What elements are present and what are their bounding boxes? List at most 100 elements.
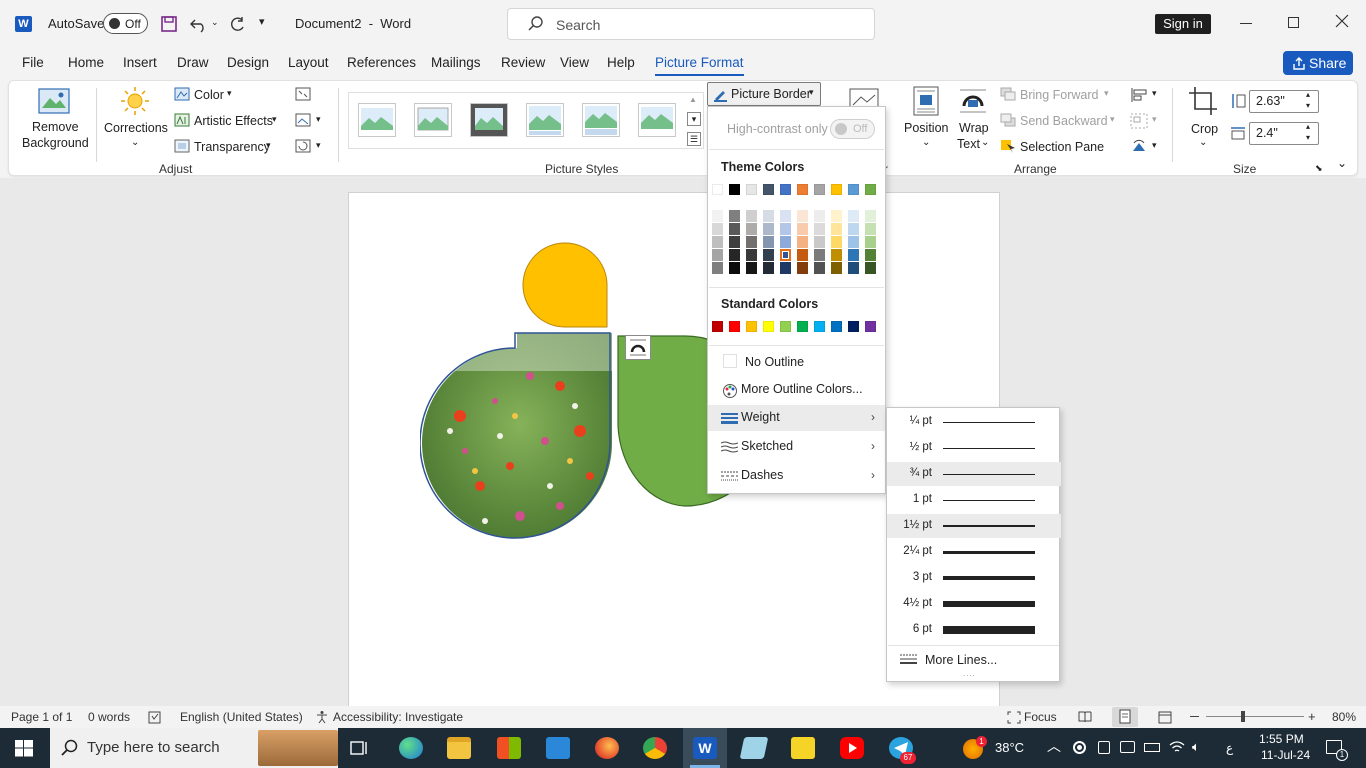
theme-color-swatch[interactable] (814, 184, 825, 195)
theme-shade-swatch[interactable] (712, 223, 723, 235)
sticky-notes-icon[interactable] (791, 737, 815, 759)
device-icon[interactable] (1098, 741, 1110, 754)
theme-shade-swatch[interactable] (814, 262, 825, 274)
standard-color-swatch[interactable] (848, 321, 859, 332)
theme-shade-swatch[interactable] (746, 262, 757, 274)
word-count[interactable]: 0 words (88, 710, 130, 724)
theme-shade-swatch[interactable] (729, 249, 740, 261)
width-spin-down-icon[interactable]: ▾ (1306, 133, 1310, 142)
transparency-button[interactable]: Transparency (194, 140, 270, 154)
theme-shade-swatch[interactable] (848, 210, 859, 222)
theme-shade-swatch[interactable] (848, 249, 859, 261)
edge-icon[interactable] (399, 737, 423, 759)
tab-home[interactable]: Home (68, 55, 104, 70)
size-dialog-launcher-icon[interactable]: ⬊ (1315, 163, 1323, 174)
focus-button[interactable]: Focus (1024, 710, 1057, 724)
theme-shade-swatch[interactable] (797, 262, 808, 274)
zoom-level[interactable]: 80% (1332, 710, 1356, 724)
more-lines-item[interactable]: More Lines... (887, 649, 1059, 671)
weight-item[interactable]: Weight › (708, 405, 885, 431)
picture-style-thumbnail[interactable] (582, 103, 620, 137)
align-icon[interactable] (1130, 87, 1148, 103)
chrome-icon[interactable] (643, 737, 667, 759)
theme-shade-swatch[interactable] (865, 262, 876, 274)
width-spin-up-icon[interactable]: ▴ (1306, 122, 1310, 131)
theme-shade-swatch[interactable] (780, 223, 791, 235)
change-picture-icon[interactable] (295, 113, 311, 127)
theme-shade-swatch[interactable] (729, 236, 740, 248)
height-spin-up-icon[interactable]: ▴ (1306, 90, 1310, 99)
theme-shade-swatch[interactable] (797, 249, 808, 261)
display-icon[interactable] (1120, 741, 1135, 753)
weight-option[interactable]: 1½ pt (887, 514, 1061, 538)
picture-style-thumbnail[interactable] (638, 103, 676, 137)
tab-view[interactable]: View (560, 55, 589, 70)
tab-layout[interactable]: Layout (288, 55, 329, 70)
theme-shade-swatch[interactable] (763, 262, 774, 274)
theme-shade-swatch[interactable] (831, 223, 842, 235)
sketched-item[interactable]: Sketched › (708, 435, 885, 459)
word-icon[interactable]: W (693, 737, 717, 759)
temperature[interactable]: 38°C (995, 740, 1024, 755)
weight-option[interactable]: 3 pt (887, 566, 1061, 590)
theme-color-swatch[interactable] (712, 184, 723, 195)
read-mode-icon[interactable] (1078, 711, 1092, 723)
crop-button[interactable]: Crop (1191, 122, 1218, 136)
collapse-ribbon-icon[interactable]: ⌄ (1337, 156, 1347, 170)
high-contrast-toggle[interactable]: Off (830, 119, 875, 139)
theme-shade-swatch[interactable] (797, 210, 808, 222)
sign-in-button[interactable]: Sign in (1155, 14, 1211, 34)
theme-shade-swatch[interactable] (865, 210, 876, 222)
wrap-text-line1[interactable]: Wrap (959, 121, 989, 135)
standard-color-swatch[interactable] (746, 321, 757, 332)
volume-icon[interactable]: 🔈︎ (1192, 739, 1200, 755)
weight-option[interactable]: 1 pt (887, 488, 1061, 512)
theme-shade-swatch[interactable] (865, 236, 876, 248)
theme-shade-swatch[interactable] (865, 249, 876, 261)
language[interactable]: English (United States) (180, 710, 303, 724)
picture-style-thumbnail[interactable] (470, 103, 508, 137)
undo-dropdown-icon[interactable]: ⌄ (211, 17, 219, 28)
theme-color-swatch[interactable] (729, 184, 740, 195)
more-outline-colors-item[interactable]: More Outline Colors... (708, 379, 885, 401)
proofing-icon[interactable] (148, 711, 162, 724)
taskbar-search[interactable]: Type here to search (50, 728, 338, 768)
theme-shade-swatch[interactable] (746, 223, 757, 235)
standard-color-swatch[interactable] (763, 321, 774, 332)
theme-shade-swatch[interactable] (712, 249, 723, 261)
show-hidden-icons-icon[interactable]: ︿ (1047, 736, 1061, 756)
theme-shade-swatch[interactable] (712, 262, 723, 274)
record-icon[interactable] (1073, 741, 1086, 754)
accessibility-status[interactable]: Accessibility: Investigate (333, 710, 463, 724)
theme-color-swatch[interactable] (848, 184, 859, 195)
group-icon[interactable] (1130, 113, 1148, 129)
battery-icon[interactable] (1144, 743, 1160, 752)
autosave-toggle[interactable]: Off (103, 13, 148, 34)
resize-grip-icon[interactable]: .... (963, 669, 976, 678)
theme-shade-swatch[interactable] (865, 223, 876, 235)
theme-shade-swatch[interactable] (729, 210, 740, 222)
zoom-slider-thumb[interactable] (1241, 711, 1245, 722)
weight-option[interactable]: ¼ pt (887, 410, 1061, 434)
selection-pane-button[interactable]: Selection Pane (1020, 140, 1104, 154)
tab-draw[interactable]: Draw (177, 55, 209, 70)
theme-shade-swatch[interactable] (746, 249, 757, 261)
microsoft-store-icon[interactable] (497, 737, 521, 759)
theme-shade-swatch[interactable] (814, 223, 825, 235)
theme-shade-swatch[interactable] (848, 223, 859, 235)
weight-option[interactable]: ¾ pt (887, 462, 1061, 486)
mail-icon[interactable] (546, 737, 570, 759)
zoom-in-icon[interactable]: + (1308, 709, 1316, 724)
standard-color-swatch[interactable] (831, 321, 842, 332)
tab-review[interactable]: Review (501, 55, 545, 70)
theme-shade-swatch[interactable] (729, 262, 740, 274)
weight-option[interactable]: ½ pt (887, 436, 1061, 460)
undo-icon[interactable] (189, 15, 209, 33)
tab-help[interactable]: Help (607, 55, 635, 70)
theme-shade-swatch[interactable] (729, 223, 740, 235)
wrap-text-line2[interactable]: Text (957, 137, 980, 151)
weight-option[interactable]: 6 pt (887, 618, 1061, 642)
color-button[interactable]: Color (194, 88, 224, 102)
picture-style-thumbnail[interactable] (414, 103, 452, 137)
theme-shade-swatch[interactable] (780, 210, 791, 222)
